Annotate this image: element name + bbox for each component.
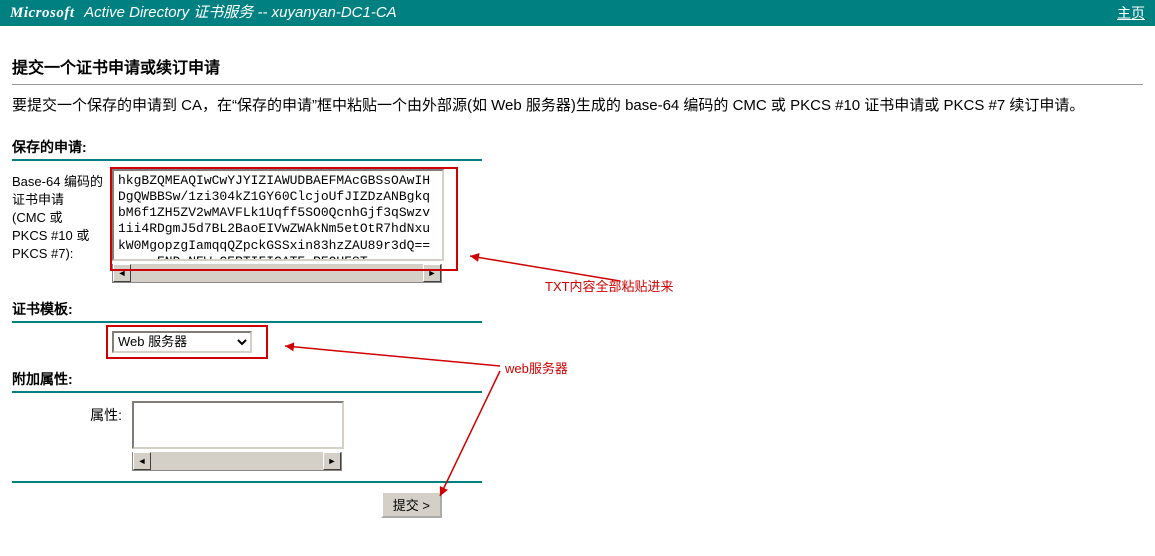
section-rule	[12, 159, 482, 161]
template-select[interactable]: Web 服务器	[112, 331, 252, 353]
hscrollbar[interactable]: ◄ ►	[132, 452, 342, 471]
brand-text: Microsoft	[10, 5, 75, 21]
scroll-right-icon[interactable]: ►	[423, 264, 441, 282]
section-rule	[12, 321, 482, 323]
attr-field-label: 属性:	[72, 401, 132, 425]
section-rule	[12, 391, 482, 393]
base64-label: Base-64 编码的证书申请(CMC 或PKCS #10 或PKCS #7):	[12, 169, 112, 264]
attributes-label: 附加属性:	[12, 369, 1143, 389]
scroll-right-icon[interactable]: ►	[323, 452, 341, 470]
attributes-textarea[interactable]	[132, 401, 344, 449]
certificate-request-textarea[interactable]	[112, 169, 444, 261]
intro-text: 要提交一个保存的申请到 CA，在“保存的申请”框中粘贴一个由外部源(如 Web …	[12, 93, 1143, 119]
page-title: 提交一个证书申请或续订申请	[12, 54, 1143, 78]
saved-request-label: 保存的申请:	[12, 137, 1143, 157]
service-text: Active Directory 证书服务 -- xuyanyan-DC1-CA	[81, 4, 397, 21]
divider	[12, 84, 1143, 85]
header-title: Microsoft Active Directory 证书服务 -- xuyan…	[10, 0, 397, 26]
submit-button[interactable]: 提交 >	[381, 491, 442, 518]
hscrollbar[interactable]: ◄ ►	[112, 264, 442, 283]
template-row-spacer	[12, 331, 112, 335]
section-rule	[12, 481, 482, 483]
scroll-left-icon[interactable]: ◄	[133, 452, 151, 470]
scroll-left-icon[interactable]: ◄	[113, 264, 131, 282]
template-label: 证书模板:	[12, 299, 1143, 319]
header-bar: Microsoft Active Directory 证书服务 -- xuyan…	[0, 0, 1155, 26]
home-link[interactable]: 主页	[1117, 0, 1145, 26]
